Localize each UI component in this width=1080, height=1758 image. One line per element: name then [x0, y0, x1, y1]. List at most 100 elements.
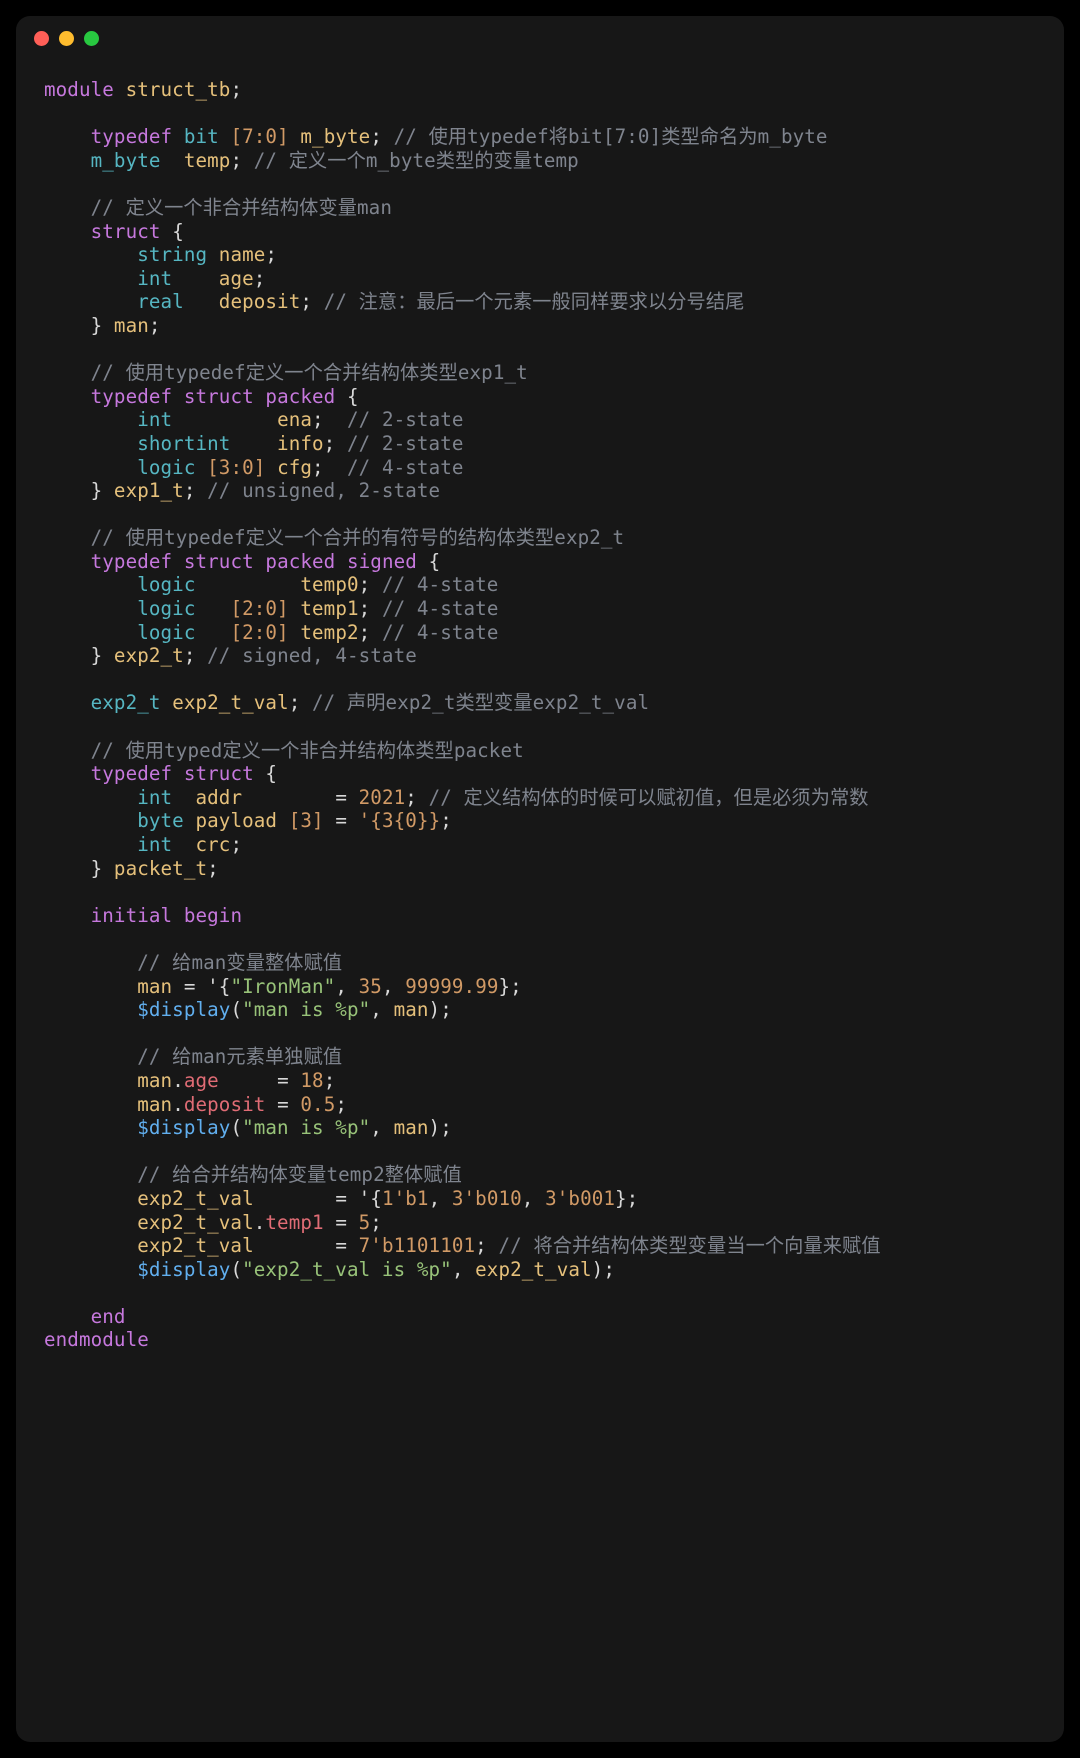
op: =	[277, 1093, 289, 1116]
field-name: payload	[195, 809, 277, 832]
var-name: man	[137, 1093, 172, 1116]
num: 3'b001	[545, 1187, 615, 1210]
punct: ,	[522, 1187, 534, 1210]
typedef-name: exp2_t	[114, 644, 184, 667]
punct: ;	[359, 573, 371, 596]
string: "man is %p"	[242, 998, 370, 1021]
field: deposit	[184, 1093, 266, 1116]
kw-typedef: typedef	[91, 762, 173, 785]
type: int	[137, 833, 172, 856]
brace: {	[347, 385, 359, 408]
punct: ;	[475, 1234, 487, 1257]
op: =	[335, 1187, 347, 1210]
punct: );	[429, 1116, 452, 1139]
code-window: module struct_tb; typedef bit [7:0] m_by…	[16, 16, 1064, 1742]
kw-struct: struct	[184, 550, 254, 573]
punct: );	[429, 998, 452, 1021]
kw-packed: packed	[265, 385, 335, 408]
punct: ;	[289, 691, 301, 714]
comment: // 给man元素单独赋值	[137, 1045, 342, 1068]
punct: .	[254, 1211, 266, 1234]
field: age	[184, 1069, 219, 1092]
op: =	[184, 975, 196, 998]
fn-display: $display	[137, 1258, 230, 1281]
type: exp2_t	[91, 691, 161, 714]
comment: // 使用typed定义一个非合并结构体类型packet	[91, 739, 524, 762]
comment: // 注意：最后一个元素一般同样要求以分号结尾	[324, 290, 745, 313]
field-name: ena	[277, 408, 312, 431]
punct: ;	[230, 833, 242, 856]
punct: ;	[370, 1211, 382, 1234]
brace: };	[499, 975, 522, 998]
num: 18	[300, 1069, 323, 1092]
punct: ;	[207, 857, 219, 880]
punct: ;	[335, 1093, 347, 1116]
var-name: exp2_t_val	[137, 1234, 254, 1257]
num: 99999.99	[405, 975, 498, 998]
field-name: deposit	[219, 290, 301, 313]
punct: ,	[335, 975, 347, 998]
code-content: module struct_tb; typedef bit [7:0] m_by…	[16, 60, 1064, 1380]
field-name: temp1	[300, 597, 358, 620]
range: [2:0]	[230, 621, 288, 644]
var-name: exp2_t_val	[137, 1211, 254, 1234]
comment: // unsigned, 2-state	[207, 479, 440, 502]
punct: ;	[324, 1069, 336, 1092]
type: int	[137, 267, 172, 290]
brace: {	[265, 762, 277, 785]
num: '{3{0}}	[359, 809, 441, 832]
punct: ;	[312, 456, 324, 479]
field-name: temp0	[300, 573, 358, 596]
punct: ;	[254, 267, 266, 290]
field-name: info	[277, 432, 324, 455]
typedef-name: exp1_t	[114, 479, 184, 502]
field-name: addr	[196, 786, 243, 809]
type-bit: bit	[184, 125, 219, 148]
type: int	[137, 786, 172, 809]
type: int	[137, 408, 172, 431]
kw-initial: initial	[91, 904, 173, 927]
comment: // 2-state	[347, 432, 464, 455]
op: =	[335, 1234, 347, 1257]
punct: ,	[370, 998, 382, 1021]
comment: // 使用typedef将bit[7:0]类型命名为m_byte	[394, 125, 828, 148]
comment: // 4-state	[382, 621, 499, 644]
kw-struct: struct	[91, 220, 161, 243]
kw-end: end	[91, 1305, 126, 1328]
comment: // signed, 4-state	[207, 644, 417, 667]
punct: ;	[440, 809, 452, 832]
kw-module: module	[44, 78, 114, 101]
type: logic	[137, 456, 195, 479]
punct: ,	[429, 1187, 441, 1210]
minimize-icon[interactable]	[59, 31, 74, 46]
type: logic	[137, 573, 195, 596]
brace: '{	[359, 1187, 382, 1210]
fn-display: $display	[137, 1116, 230, 1139]
punct: ;	[324, 432, 336, 455]
typedef-name: m_byte	[300, 125, 370, 148]
type: m_byte	[91, 149, 161, 172]
var-name: exp2_t_val	[137, 1187, 254, 1210]
brace: {	[172, 220, 184, 243]
comment: // 4-state	[382, 573, 499, 596]
zoom-icon[interactable]	[84, 31, 99, 46]
num: 35	[359, 975, 382, 998]
field-name: temp2	[300, 621, 358, 644]
kw-typedef: typedef	[91, 550, 173, 573]
punct: ;	[230, 149, 242, 172]
field-name: name	[219, 243, 266, 266]
field-name: crc	[196, 833, 231, 856]
brace: '{	[207, 975, 230, 998]
type: logic	[137, 621, 195, 644]
punct: ;	[300, 290, 312, 313]
brace: }	[91, 644, 103, 667]
num: 0.5	[300, 1093, 335, 1116]
type: string	[137, 243, 207, 266]
close-icon[interactable]	[34, 31, 49, 46]
comment: // 4-state	[347, 456, 464, 479]
kw-packed: packed	[265, 550, 335, 573]
num: 3'b010	[452, 1187, 522, 1210]
comment: // 将合并结构体类型变量当一个向量来赋值	[498, 1234, 880, 1257]
punct: ,	[382, 975, 394, 998]
op: =	[335, 786, 347, 809]
